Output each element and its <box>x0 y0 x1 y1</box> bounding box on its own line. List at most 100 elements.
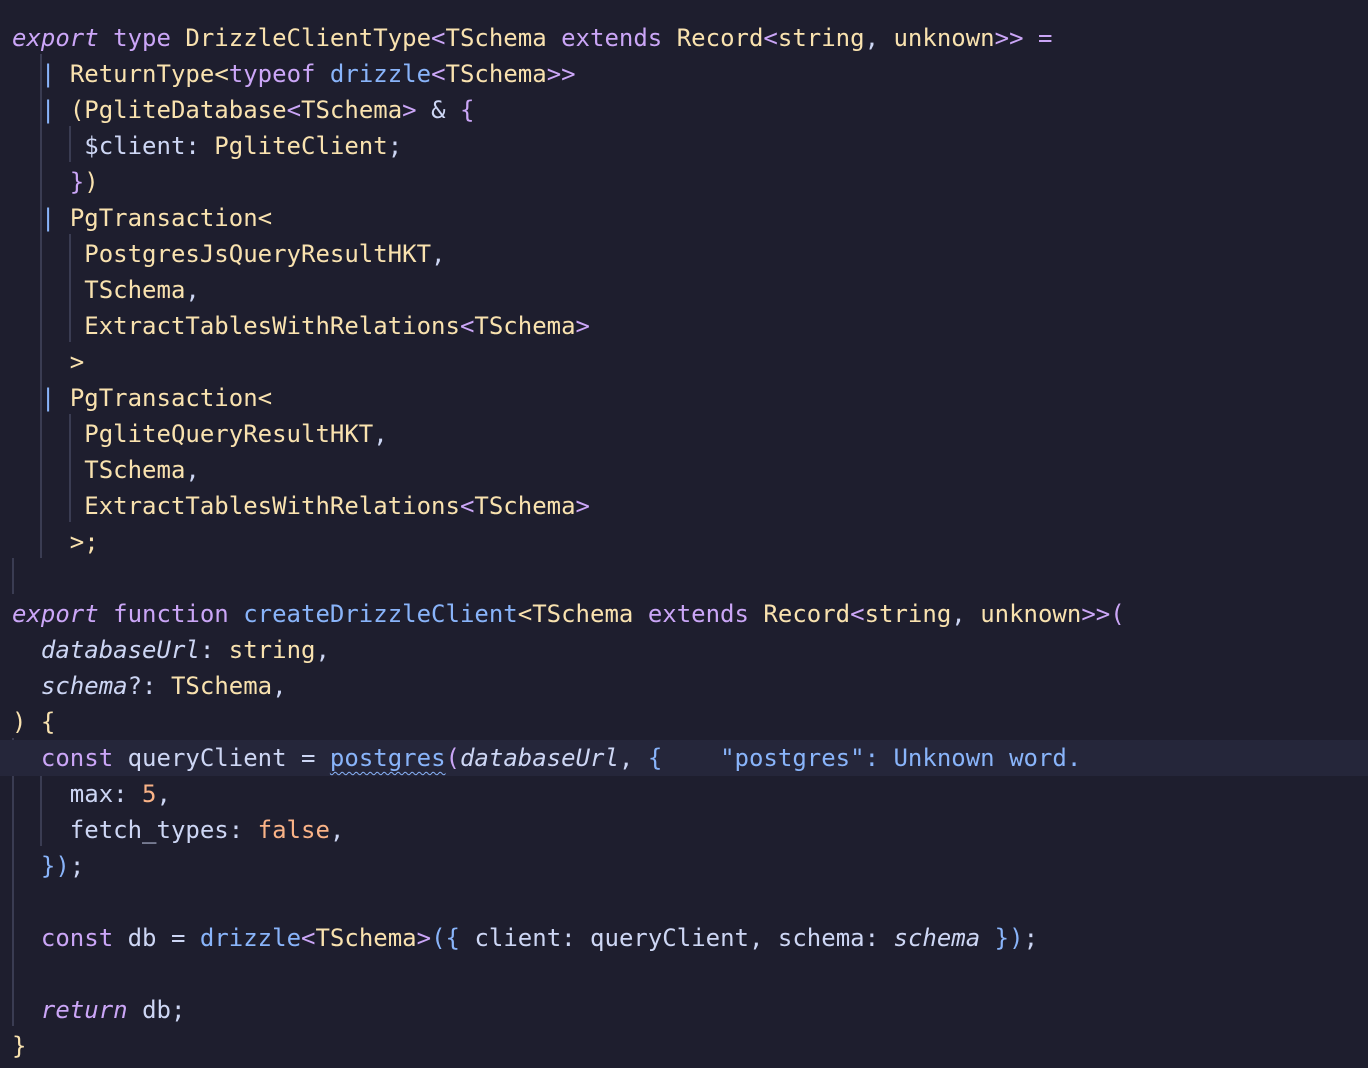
code-line-27[interactable] <box>0 956 1368 992</box>
property: max: <box>69 780 143 808</box>
diagnostic-message: : Unknown word. <box>864 744 1082 772</box>
keyword: typeof <box>228 60 316 88</box>
boolean-literal: false <box>257 816 330 844</box>
punctuation: > <box>575 492 590 520</box>
punctuation: } <box>69 168 85 196</box>
type-name: string <box>777 24 865 52</box>
code-line-15[interactable]: >; <box>0 524 1368 560</box>
punctuation: , <box>272 672 287 700</box>
punctuation: > <box>402 96 417 124</box>
punctuation: ) { <box>12 708 56 736</box>
type-name: TSchema <box>532 600 634 628</box>
punctuation: , <box>373 420 388 448</box>
code-line-9[interactable]: ExtractTablesWithRelations<TSchema> <box>0 308 1368 344</box>
punctuation: , <box>618 744 648 772</box>
type-name: TSchema <box>474 492 576 520</box>
punctuation: > <box>575 312 590 340</box>
punctuation: < <box>214 60 229 88</box>
code-line-3[interactable]: | (PgliteDatabase<TSchema> & { <box>0 92 1368 128</box>
punctuation: , <box>951 600 981 628</box>
parameter: databaseUrl <box>40 636 200 664</box>
code-line-5[interactable]: }) <box>0 164 1368 200</box>
code-line-23[interactable]: fetch_types: false, <box>0 812 1368 848</box>
diagnostic-word: "postgres" <box>720 744 865 772</box>
function-call: drizzle <box>199 924 302 952</box>
operator: & <box>416 96 460 124</box>
code-line-13[interactable]: TSchema, <box>0 452 1368 488</box>
punctuation: , <box>185 276 200 304</box>
code-line-12[interactable]: PgliteQueryResultHKT, <box>0 416 1368 452</box>
punctuation: }) <box>980 924 1024 952</box>
punctuation: ) <box>84 168 99 196</box>
punctuation: >>( <box>1081 600 1125 628</box>
type-name: TSchema <box>170 672 273 700</box>
type-name: string <box>228 636 316 664</box>
punctuation: { <box>459 96 475 124</box>
punctuation: < <box>763 24 778 52</box>
punctuation: ?: <box>127 672 171 700</box>
type-name: TSchema <box>315 924 417 952</box>
punctuation: , <box>864 24 894 52</box>
punctuation: ( <box>69 96 85 124</box>
code-line-17[interactable]: export function createDrizzleClient<TSch… <box>0 596 1368 632</box>
punctuation: , <box>749 924 778 952</box>
punctuation: >; <box>69 528 99 556</box>
code-line-4[interactable]: $client: PgliteClient; <box>0 128 1368 164</box>
keyword: type <box>113 24 171 52</box>
keyword: function <box>113 600 229 628</box>
keyword: extends <box>647 600 749 628</box>
type-name: PgTransaction <box>69 204 258 232</box>
punctuation: } <box>12 1032 27 1060</box>
code-line-24[interactable]: }); <box>0 848 1368 884</box>
type-name: Record <box>763 600 851 628</box>
type-name: PgliteDatabase <box>84 96 287 124</box>
code-line-21-current[interactable]: const queryClient = postgres(databaseUrl… <box>0 740 1368 776</box>
parameter: schema <box>893 924 981 952</box>
type-name: DrizzleClientType <box>185 24 432 52</box>
code-line-7[interactable]: PostgresJsQueryResultHKT, <box>0 236 1368 272</box>
code-editor[interactable]: export type DrizzleClientType<TSchema ex… <box>0 0 1368 1068</box>
code-line-29[interactable]: } <box>0 1028 1368 1064</box>
punctuation: ({ <box>431 924 475 952</box>
punctuation: >> = <box>994 24 1053 52</box>
identifier: db <box>127 924 157 952</box>
punctuation: < <box>459 492 475 520</box>
code-line-10[interactable]: > <box>0 344 1368 380</box>
code-line-25[interactable] <box>0 884 1368 920</box>
punctuation: < <box>301 924 316 952</box>
keyword: export <box>12 600 99 628</box>
punctuation: : <box>199 636 229 664</box>
code-line-8[interactable]: TSchema, <box>0 272 1368 308</box>
code-line-20[interactable]: ) { <box>0 704 1368 740</box>
property: client: <box>474 924 591 952</box>
parameter: databaseUrl <box>459 744 619 772</box>
identifier: drizzle <box>329 60 432 88</box>
code-line-26[interactable]: const db = drizzle<TSchema>({ client: qu… <box>0 920 1368 956</box>
number-literal: 5 <box>142 780 157 808</box>
type-name: unknown <box>893 24 995 52</box>
code-line-16[interactable] <box>0 560 1368 596</box>
code-line-19[interactable]: schema?: TSchema, <box>0 668 1368 704</box>
code-line-14[interactable]: ExtractTablesWithRelations<TSchema> <box>0 488 1368 524</box>
code-line-2[interactable]: | ReturnType<typeof drizzle<TSchema>> <box>0 56 1368 92</box>
type-name: string <box>864 600 952 628</box>
punctuation: < <box>257 204 273 232</box>
punctuation: < <box>517 600 533 628</box>
punctuation: >> <box>546 60 576 88</box>
punctuation: < <box>286 96 302 124</box>
code-line-28[interactable]: return db; <box>0 992 1368 1028</box>
type-name: PgliteClient <box>214 132 388 160</box>
spelling-error-word[interactable]: postgres <box>330 744 446 772</box>
code-line-6[interactable]: | PgTransaction< <box>0 200 1368 236</box>
code-line-22[interactable]: max: 5, <box>0 776 1368 812</box>
code-line-18[interactable]: databaseUrl: string, <box>0 632 1368 668</box>
code-line-11[interactable]: | PgTransaction< <box>0 380 1368 416</box>
punctuation: > <box>416 924 432 952</box>
code-line-1[interactable]: export type DrizzleClientType<TSchema ex… <box>0 20 1368 56</box>
punctuation: < <box>431 60 446 88</box>
punctuation: ( <box>445 744 460 772</box>
type-name: TSchema <box>445 60 547 88</box>
type-name: PostgresJsQueryResultHKT <box>84 240 432 268</box>
type-name: unknown <box>980 600 1082 628</box>
property: $client: <box>84 132 215 160</box>
